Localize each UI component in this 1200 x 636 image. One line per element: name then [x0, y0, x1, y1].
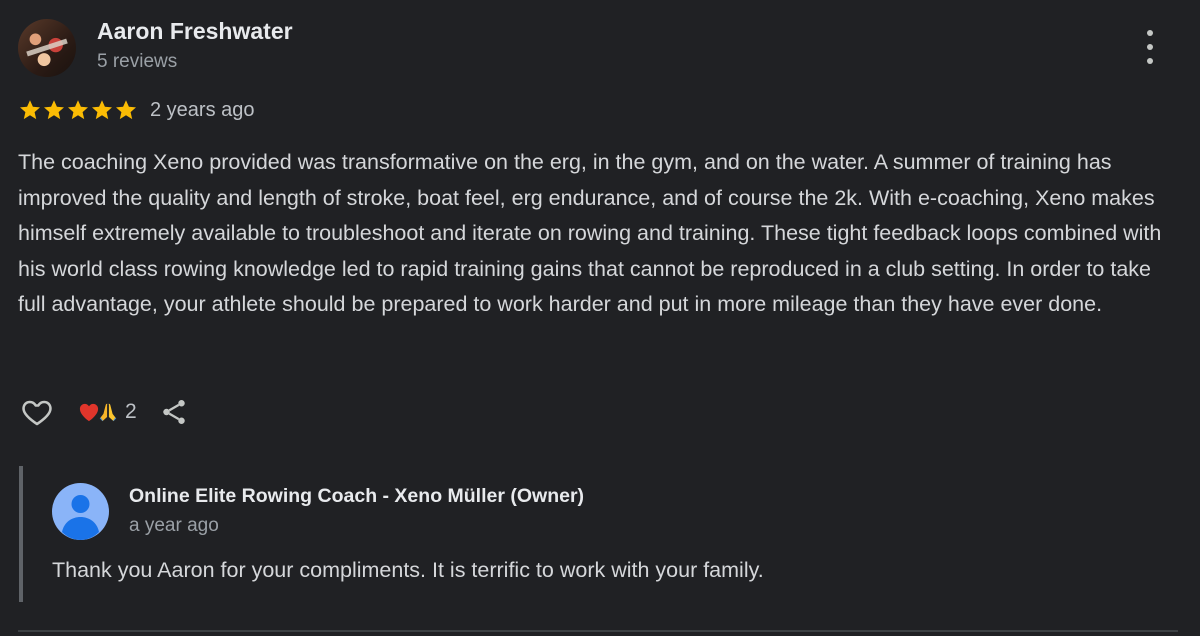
star-rating [18, 98, 138, 122]
more-vertical-icon-dot [1147, 58, 1153, 64]
more-vertical-icon [1147, 30, 1153, 36]
rating-row: 2 years ago [18, 96, 255, 124]
folded-hands-emoji [99, 403, 117, 422]
reaction-count: 2 [125, 400, 137, 423]
star-icon [44, 100, 64, 120]
star-icon [68, 100, 88, 120]
heart-outline-icon [22, 400, 52, 426]
owner-reply-date: a year ago [129, 515, 219, 536]
share-button[interactable] [157, 395, 191, 429]
review-actions: 2 [18, 392, 191, 432]
share-icon [162, 400, 185, 424]
star-icon [116, 100, 136, 120]
owner-avatar[interactable] [52, 483, 109, 540]
star-icon [92, 100, 112, 120]
reactions-button[interactable]: 2 [78, 400, 137, 424]
person-icon [62, 495, 99, 540]
author-name[interactable]: Aaron Freshwater [97, 18, 293, 45]
divider [18, 630, 1178, 632]
author-avatar[interactable] [18, 19, 76, 77]
review-card: Aaron Freshwater 5 reviews 2 years ago T… [0, 0, 1200, 636]
author-review-count: 5 reviews [97, 51, 178, 72]
review-date: 2 years ago [150, 98, 255, 121]
more-vertical-icon-dot [1147, 44, 1153, 50]
owner-reply: Online Elite Rowing Coach - Xeno Müller … [19, 466, 1183, 602]
review-text: The coaching Xeno provided was transform… [18, 150, 1162, 316]
owner-reply-text: Thank you Aaron for your compliments. It… [52, 558, 764, 582]
star-icon [20, 100, 40, 120]
like-button[interactable] [18, 393, 56, 431]
owner-name[interactable]: Online Elite Rowing Coach - Xeno Müller … [129, 485, 584, 508]
avatar-photo-detail [26, 38, 68, 57]
more-options-button[interactable] [1136, 30, 1164, 64]
